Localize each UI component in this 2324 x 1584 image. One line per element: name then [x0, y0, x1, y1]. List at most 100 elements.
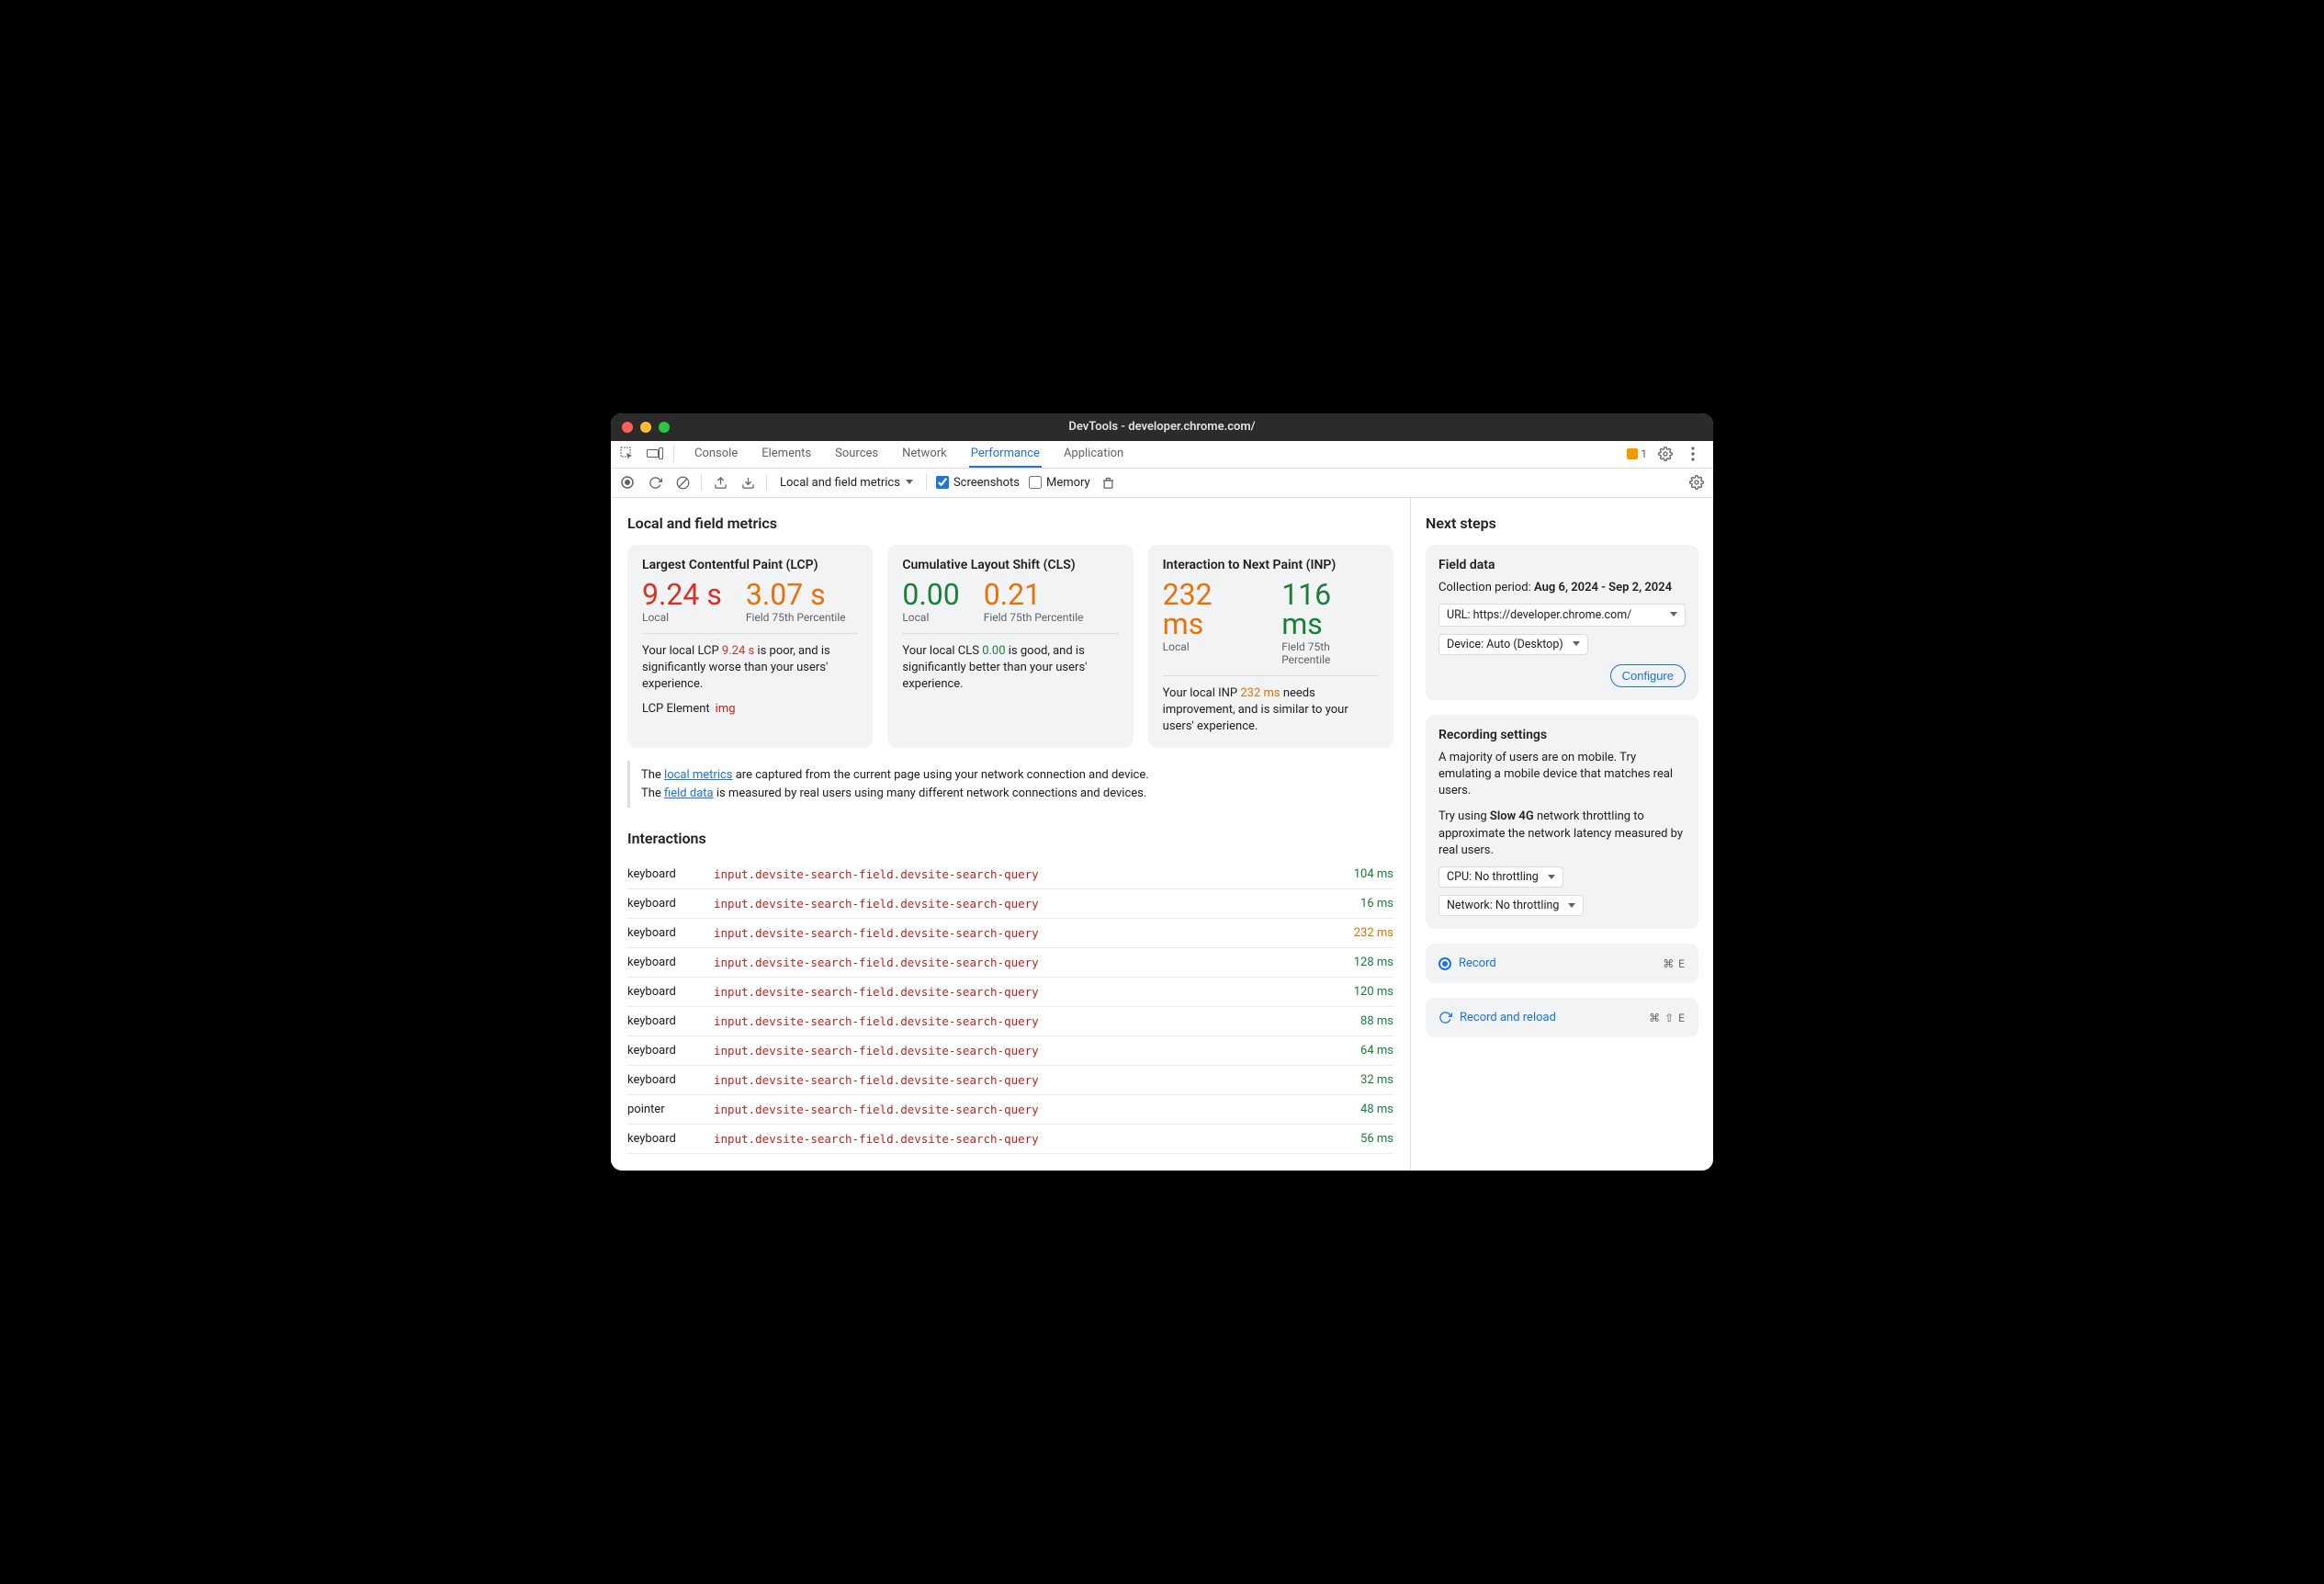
interaction-row[interactable]: keyboard input.devsite-search-field.devs… [627, 1066, 1393, 1095]
tab-elements[interactable]: Elements [760, 441, 813, 468]
interaction-time: 232 ms [1354, 926, 1393, 940]
device-dropdown[interactable]: Device: Auto (Desktop) [1438, 634, 1588, 655]
interaction-row[interactable]: keyboard input.devsite-search-field.devs… [627, 948, 1393, 978]
interaction-row[interactable]: keyboard input.devsite-search-field.devs… [627, 1007, 1393, 1036]
interaction-time: 56 ms [1360, 1132, 1393, 1146]
metric-card: Interaction to Next Paint (INP) 232 ms L… [1148, 545, 1393, 749]
local-field-metrics-heading: Local and field metrics [627, 515, 1393, 532]
tab-network[interactable]: Network [900, 441, 949, 468]
interaction-row[interactable]: keyboard input.devsite-search-field.devs… [627, 919, 1393, 948]
interaction-row[interactable]: keyboard input.devsite-search-field.devs… [627, 860, 1393, 889]
interaction-type: keyboard [627, 1044, 714, 1058]
issues-badge[interactable]: 1 [1627, 447, 1647, 460]
interaction-time: 64 ms [1360, 1044, 1393, 1058]
minimize-window-icon[interactable] [640, 422, 651, 433]
device-toolbar-icon[interactable] [646, 445, 664, 463]
window-controls [611, 422, 670, 433]
download-icon[interactable] [739, 473, 757, 492]
field-data-title: Field data [1438, 558, 1686, 572]
interaction-row[interactable]: keyboard input.devsite-search-field.devs… [627, 1036, 1393, 1066]
metric-field-label: Field 75th Percentile [746, 611, 846, 624]
left-pane: Local and field metrics Largest Contentf… [611, 498, 1410, 1171]
network-throttling-dropdown[interactable]: Network: No throttling [1438, 895, 1584, 916]
field-data-link[interactable]: field data [664, 786, 714, 800]
lcp-element-label: LCP Element [642, 702, 710, 716]
interaction-row[interactable]: pointer input.devsite-search-field.devsi… [627, 1095, 1393, 1125]
interaction-row[interactable]: keyboard input.devsite-search-field.devs… [627, 1125, 1393, 1154]
info-text: The [641, 786, 664, 800]
interaction-target: input.devsite-search-field.devsite-searc… [714, 1073, 1360, 1087]
record-shortcut: ⌘ E [1663, 957, 1686, 970]
separator [926, 474, 927, 491]
rs-text: Try using [1438, 809, 1490, 823]
maximize-window-icon[interactable] [659, 422, 670, 433]
memory-checkbox-label: Memory [1046, 476, 1090, 490]
separator [701, 474, 702, 491]
interaction-target: input.devsite-search-field.devsite-searc… [714, 985, 1354, 999]
memory-checkbox[interactable]: Memory [1029, 476, 1090, 490]
metric-title: Cumulative Layout Shift (CLS) [902, 558, 1118, 572]
clear-icon[interactable] [673, 473, 692, 492]
tab-sources[interactable]: Sources [833, 441, 880, 468]
mode-selector[interactable]: Local and field metrics [776, 476, 917, 490]
rs-bold: Slow 4G [1490, 809, 1534, 823]
interaction-time: 120 ms [1354, 985, 1393, 999]
record-reload-button[interactable]: Record and reload [1438, 1011, 1556, 1024]
interaction-target: input.devsite-search-field.devsite-searc… [714, 1044, 1360, 1058]
right-pane: Next steps Field data Collection period:… [1410, 498, 1713, 1171]
network-dropdown-label: Network: No throttling [1447, 899, 1559, 912]
interaction-type: keyboard [627, 897, 714, 911]
chevron-down-icon [1568, 903, 1575, 909]
tab-console[interactable]: Console [693, 441, 739, 468]
chevron-down-icon [1548, 875, 1555, 880]
interaction-type: keyboard [627, 867, 714, 881]
tab-application[interactable]: Application [1062, 441, 1125, 468]
interaction-time: 32 ms [1360, 1073, 1393, 1087]
interaction-type: keyboard [627, 1014, 714, 1028]
record-reload-action-row: Record and reload ⌘ ⇧ E [1438, 1011, 1686, 1024]
metric-local-label: Local [1163, 640, 1258, 653]
record-icon[interactable] [618, 473, 637, 492]
lcp-element-tag[interactable]: img [716, 702, 736, 716]
screenshots-checkbox[interactable]: Screenshots [936, 476, 1020, 490]
memory-checkbox-input[interactable] [1029, 476, 1042, 489]
record-button[interactable]: Record [1438, 956, 1496, 970]
metric-card: Cumulative Layout Shift (CLS) 0.00 Local… [887, 545, 1133, 749]
local-metrics-link[interactable]: local metrics [664, 768, 732, 782]
interaction-row[interactable]: keyboard input.devsite-search-field.devs… [627, 889, 1393, 919]
info-line-1: The local metrics are captured from the … [641, 766, 1393, 785]
metric-local-label: Local [642, 611, 722, 624]
interaction-row[interactable]: keyboard input.devsite-search-field.devs… [627, 978, 1393, 1007]
close-window-icon[interactable] [622, 422, 633, 433]
metric-description: Your local CLS 0.00 is good, and is sign… [902, 643, 1118, 694]
metric-local-value: 0.00 [902, 580, 959, 609]
record-dot-icon [1438, 957, 1451, 970]
record-reload-action-panel: Record and reload ⌘ ⇧ E [1426, 998, 1698, 1037]
screenshots-checkbox-input[interactable] [936, 476, 949, 489]
capture-settings-gear-icon[interactable] [1687, 473, 1706, 492]
metric-cards: Largest Contentful Paint (LCP) 9.24 s Lo… [627, 545, 1393, 749]
url-dropdown[interactable]: URL: https://developer.chrome.com/ [1438, 604, 1686, 627]
tab-performance[interactable]: Performance [969, 441, 1042, 468]
separator [673, 446, 674, 462]
interaction-target: input.devsite-search-field.devsite-searc… [714, 926, 1354, 940]
url-dropdown-label: URL: https://developer.chrome.com/ [1447, 608, 1631, 622]
garbage-collect-icon[interactable] [1100, 473, 1118, 492]
settings-gear-icon[interactable] [1656, 445, 1675, 463]
configure-button[interactable]: Configure [1610, 664, 1686, 687]
reload-icon[interactable] [646, 473, 664, 492]
metric-field-value: 3.07 s [746, 580, 846, 609]
collection-period-label: Collection period: [1438, 581, 1531, 594]
more-menu-icon[interactable] [1684, 445, 1702, 463]
upload-icon[interactable] [711, 473, 729, 492]
cpu-throttling-dropdown[interactable]: CPU: No throttling [1438, 866, 1563, 888]
mode-selector-label: Local and field metrics [780, 476, 900, 490]
recording-settings-p2: Try using Slow 4G network throttling to … [1438, 809, 1686, 859]
info-text: is measured by real users using many dif… [714, 786, 1147, 800]
interaction-target: input.devsite-search-field.devsite-searc… [714, 956, 1354, 969]
screenshots-checkbox-label: Screenshots [953, 476, 1020, 490]
interaction-time: 128 ms [1354, 956, 1393, 969]
interaction-target: input.devsite-search-field.devsite-searc… [714, 1103, 1360, 1116]
metric-field-label: Field 75th Percentile [1281, 640, 1379, 666]
inspect-element-icon[interactable] [618, 445, 637, 463]
